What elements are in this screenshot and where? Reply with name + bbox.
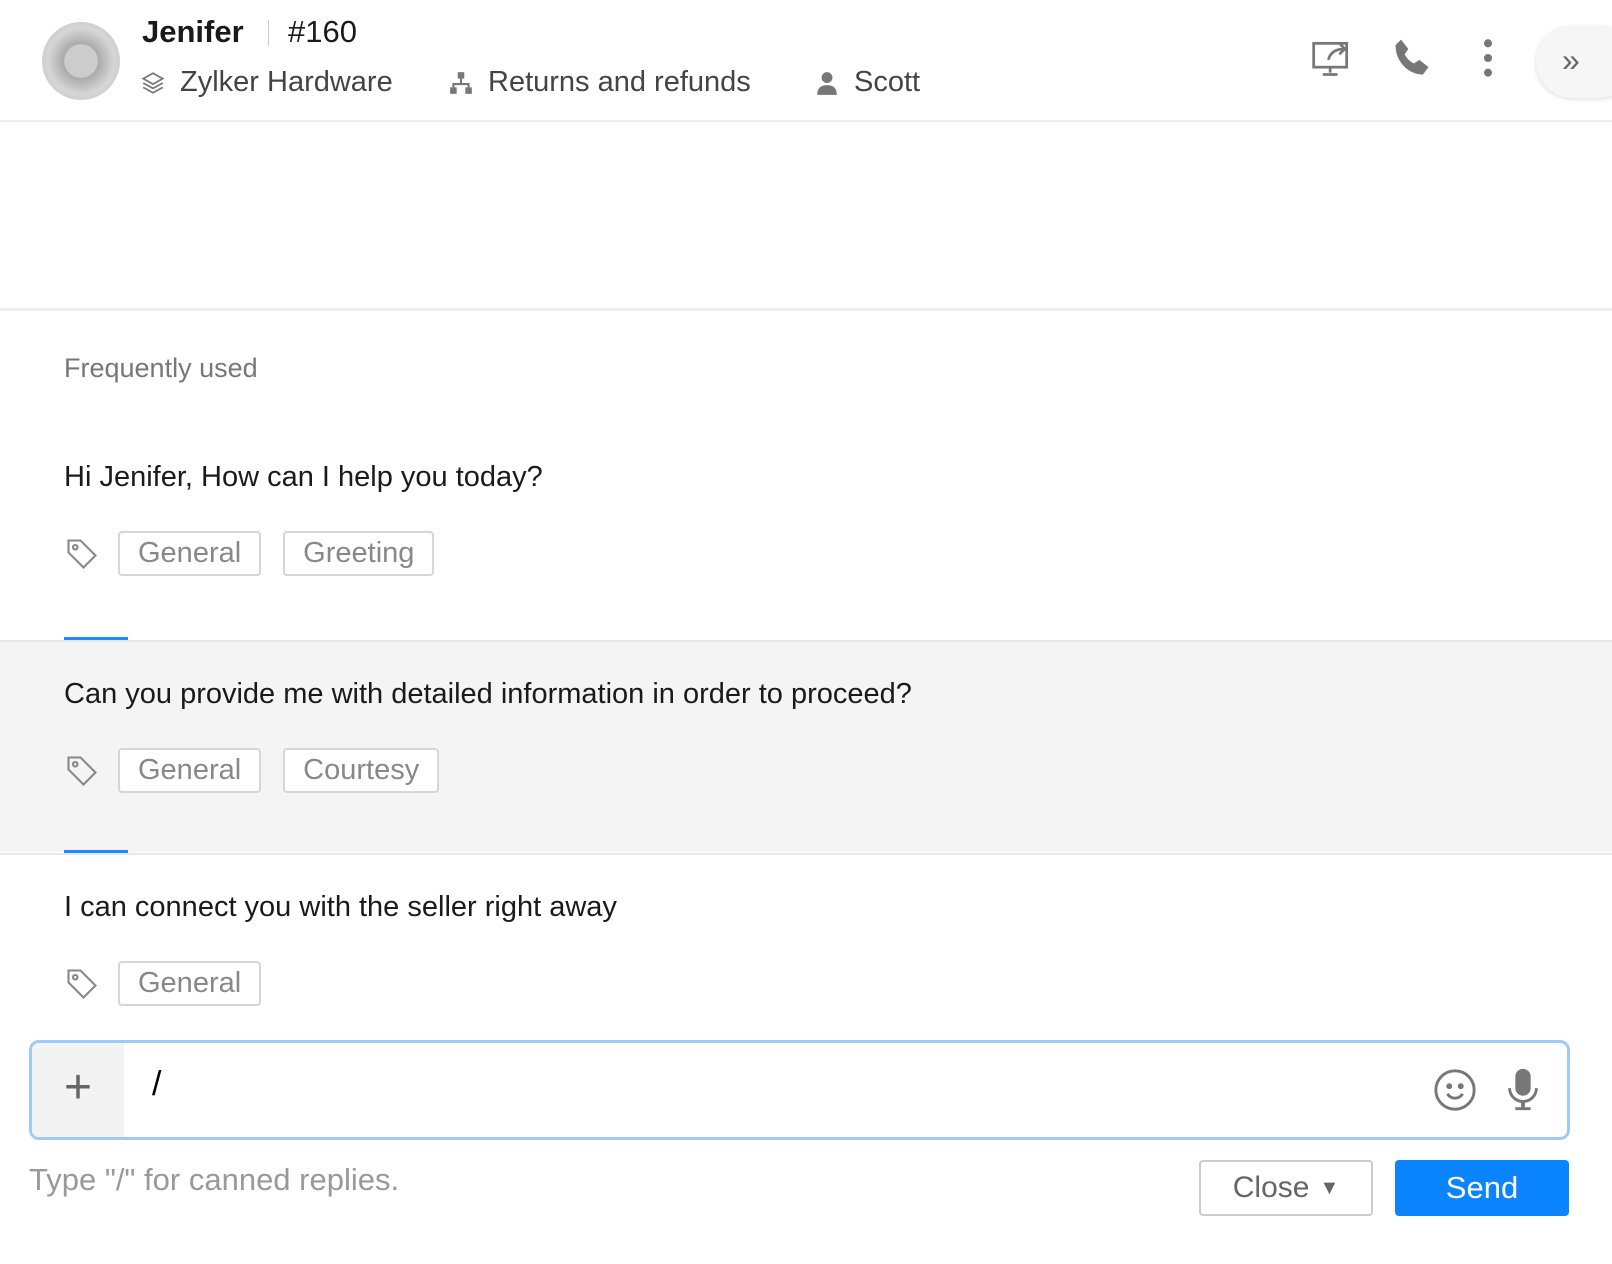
avatar[interactable]: [42, 22, 120, 100]
department-icon: [450, 71, 472, 94]
department: Returns and refunds: [448, 66, 751, 99]
tag: General: [118, 748, 262, 793]
message-composer: +: [29, 1040, 1570, 1140]
chat-header: Jenifer #160 Zylker Hardware Returns and…: [0, 0, 1612, 122]
tag: Courtesy: [283, 748, 440, 793]
canned-replies-panel: Frequently used Hi Jenifer, How can I he…: [0, 308, 1612, 1038]
canned-reply-text: Hi Jenifer, How can I help you today?: [64, 461, 543, 493]
more-options-icon[interactable]: [1466, 36, 1510, 80]
canned-reply-item[interactable]: I can connect you with the seller right …: [0, 855, 1612, 1065]
ticket-id: #160: [288, 14, 357, 49]
canned-reply-text: I can connect you with the seller right …: [64, 891, 617, 923]
close-label: Close: [1232, 1171, 1310, 1204]
caret-down-icon: ▼: [1319, 1176, 1340, 1199]
canned-reply-item[interactable]: Hi Jenifer, How can I help you today? Ge…: [0, 425, 1612, 635]
divider: [268, 20, 269, 46]
screen-share-icon[interactable]: [1310, 36, 1354, 80]
section-title: Frequently used: [64, 353, 258, 383]
layers-icon: [141, 71, 165, 94]
brand: Zylker Hardware: [140, 66, 393, 99]
tag-icon: [67, 538, 97, 569]
department-name: Returns and refunds: [488, 66, 751, 98]
canned-reply-text: Can you provide me with detailed informa…: [64, 678, 912, 710]
tag-icon: [67, 755, 97, 786]
canned-reply-item-highlighted[interactable]: Can you provide me with detailed informa…: [0, 642, 1612, 852]
message-input[interactable]: [152, 1065, 1352, 1104]
expand-panel-button[interactable]: »: [1536, 26, 1612, 98]
close-dropdown-button[interactable]: Close ▼: [1199, 1160, 1373, 1216]
agent-name: Scott: [854, 66, 921, 98]
user-icon: [817, 71, 837, 95]
tag: Greeting: [283, 531, 435, 576]
phone-icon[interactable]: [1390, 36, 1434, 80]
composer-hint: Type "/" for canned replies.: [29, 1162, 400, 1197]
add-attachment-button[interactable]: +: [32, 1043, 124, 1137]
brand-name: Zylker Hardware: [180, 66, 393, 98]
tag: General: [118, 531, 262, 576]
double-chevron-right-icon: »: [1562, 42, 1580, 78]
tag-icon: [67, 968, 97, 999]
contact-name: Jenifer: [142, 14, 244, 49]
microphone-icon[interactable]: [1500, 1067, 1546, 1113]
agent: Scott: [814, 66, 920, 99]
tag: General: [118, 961, 262, 1006]
emoji-icon[interactable]: [1432, 1067, 1478, 1113]
send-button[interactable]: Send: [1395, 1160, 1569, 1216]
